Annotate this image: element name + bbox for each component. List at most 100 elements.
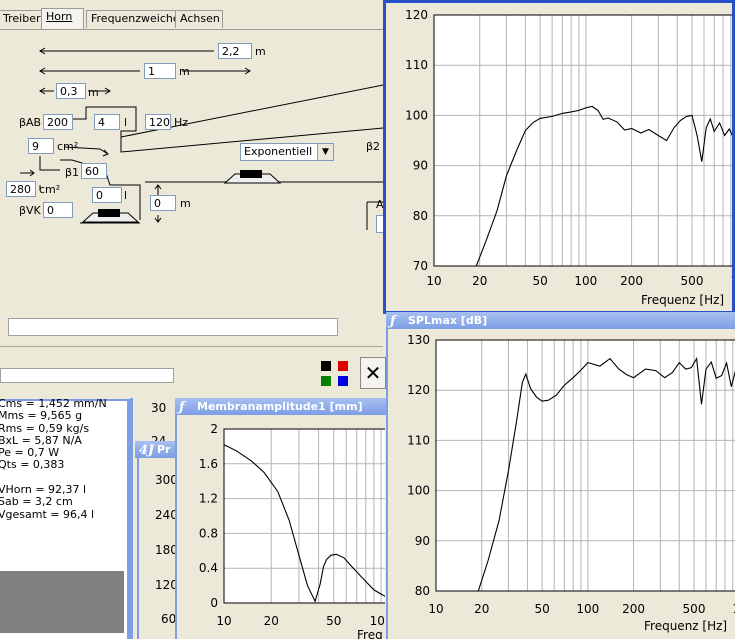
y-tick-label: 80 [415, 584, 430, 598]
progress-field [0, 368, 174, 383]
horn-panel: Treiber Horn Frequenzweiche Achsen 2,2 m… [0, 0, 386, 400]
box-volume-unit: l [124, 116, 128, 129]
splmax-chart: 80901001101201301020501002005001k [407, 333, 735, 616]
x-tick-label: 100 [574, 274, 597, 288]
y-tick-label: 90 [415, 534, 430, 548]
desktop: { "tabs": ["Treiber", "Horn", "Frequenzw… [0, 0, 735, 639]
param-line: Cms = 1,452 mm/N [0, 398, 107, 410]
tab-frequenzweiche[interactable]: Frequenzweiche [86, 10, 180, 28]
frequency-unit: Hz [174, 116, 189, 129]
membran-window-title[interactable]: ƒ Membranamplitude1 [mm] [175, 398, 405, 415]
splmax-window: 80901001101201301020501002005001k Freque… [386, 329, 735, 639]
beta-ab-label: βAB [19, 116, 42, 129]
app-icon: 4J [139, 443, 155, 458]
param-list: Cms = 1,452 mm/N Mms = 9,565 g Rms = 0,59 … [0, 398, 124, 521]
param-line: BxL = 5,87 N/A [0, 434, 82, 447]
y-tick-label: 120 [407, 383, 430, 397]
color-black-swatch[interactable] [321, 361, 331, 371]
box-volume-field[interactable]: 4 [94, 114, 120, 130]
beta-vk-field[interactable]: 0 [43, 202, 73, 218]
tab-treiber[interactable]: Treiber [0, 10, 46, 28]
frequency-field[interactable]: 120 [145, 114, 171, 130]
y-tick-label: 0.4 [199, 561, 218, 575]
bg-ytick-6: 60 [161, 612, 177, 626]
length-small-unit: m [88, 86, 99, 99]
membran-window-title-text: Membranamplitude1 [mm] [197, 400, 363, 413]
spl-chart: 70 80 90 100 110 120 10 20 50 100 200 500 1k [405, 8, 732, 288]
param-line: Sab = 3,2 cm [0, 496, 73, 509]
plot-area [435, 339, 735, 592]
flare-type-value: Exponentiell [244, 145, 313, 158]
area2-unit: cm² [39, 183, 61, 196]
area2-field[interactable]: 280 [6, 181, 36, 197]
length-total-unit: m [255, 45, 266, 58]
param-line: Mms = 9,565 g [0, 410, 83, 423]
tab-horn[interactable]: Horn [41, 8, 84, 29]
membran-x-axis-label: Freq [357, 628, 383, 639]
x-tick-label: 500 [683, 602, 706, 616]
distance-field[interactable]: 0 [150, 195, 176, 211]
tab-treiber-label: Treiber [3, 12, 41, 25]
color-green-swatch[interactable] [321, 376, 331, 386]
param-line: Pe = 0,7 W [0, 447, 60, 460]
param-line: Vgesamt = 96,4 l [0, 508, 95, 521]
flare-type-select[interactable]: Exponentiell ▼ [240, 143, 334, 161]
splmax-x-axis-label: Frequenz [Hz] [644, 619, 728, 633]
volume-field[interactable]: 0 [92, 187, 122, 203]
beta-1-label: β1 [65, 166, 80, 179]
tab-frequenzweiche-label: Frequenzweiche [91, 12, 180, 25]
length-small-field[interactable]: 0,3 [56, 83, 86, 99]
distance-unit: m [180, 197, 191, 210]
membran-window: 0 0.4 0.8 1.2 1.6 2 10 20 50 100 Freq [175, 415, 385, 639]
chevron-down-icon[interactable]: ▼ [317, 144, 333, 160]
plot-area [433, 14, 732, 267]
beta-ab-field[interactable]: 200 [43, 114, 73, 130]
volume-unit: l [124, 189, 128, 202]
x-tick-label: 20 [474, 602, 489, 616]
length-total-field[interactable]: 2,2 [218, 43, 252, 59]
membran-chart: 0 0.4 0.8 1.2 1.6 2 10 20 50 100 [199, 422, 385, 628]
y-tick-label: 0 [210, 596, 218, 610]
status-field [8, 318, 338, 336]
y-tick-label: 110 [405, 58, 428, 72]
tab-achsen-label: Achsen [180, 12, 220, 25]
x-tick-label: 100 [576, 602, 599, 616]
x-tick-label: 100 [370, 614, 385, 628]
tab-achsen[interactable]: Achsen [175, 10, 223, 28]
spl-x-axis-label: Frequenz [Hz] [641, 293, 725, 307]
beta-vk-label: βVK [19, 204, 41, 217]
x-tick-label: 200 [620, 274, 643, 288]
close-icon: ✕ [364, 361, 382, 385]
x-tick-label: 200 [622, 602, 645, 616]
beta-1-field[interactable]: 60 [81, 163, 107, 179]
color-red-swatch[interactable] [338, 361, 348, 371]
param-line [0, 472, 124, 484]
x-tick-label: 20 [264, 614, 279, 628]
y-tick-label: 100 [405, 108, 428, 122]
param-line: VHorn = 92,37 l [0, 484, 87, 497]
x-tick-label: 50 [533, 274, 548, 288]
divider [0, 346, 383, 347]
y-tick-label: 70 [413, 259, 428, 273]
color-blue-swatch[interactable] [338, 376, 348, 386]
x-tick-label: 1k [730, 274, 732, 288]
x-tick-label: 10 [216, 614, 231, 628]
app-icon: ƒ [179, 400, 185, 415]
y-tick-label: 1.2 [199, 492, 218, 506]
y-tick-label: 90 [413, 159, 428, 173]
close-button[interactable]: ✕ [360, 357, 386, 389]
y-tick-label: 130 [407, 333, 430, 347]
params-window: Cms = 1,452 mm/N Mms = 9,565 g Rms = 0,59 … [0, 398, 130, 639]
params-gray-area [0, 571, 124, 633]
y-tick-label: 1.6 [199, 457, 218, 471]
x-tick-label: 50 [326, 614, 341, 628]
background-window-title-text: Pr [157, 443, 171, 456]
y-tick-label: 110 [407, 433, 430, 447]
x-tick-label: 50 [535, 602, 550, 616]
bg-ytick-0: 30 [151, 401, 167, 415]
x-tick-label: 20 [472, 274, 487, 288]
length-1-field[interactable]: 1 [144, 63, 176, 79]
beta-2-label: β2 [366, 140, 381, 153]
area1-field[interactable]: 9 [28, 138, 54, 154]
splmax-window-title[interactable]: ƒ SPLmax [dB] [386, 312, 735, 329]
